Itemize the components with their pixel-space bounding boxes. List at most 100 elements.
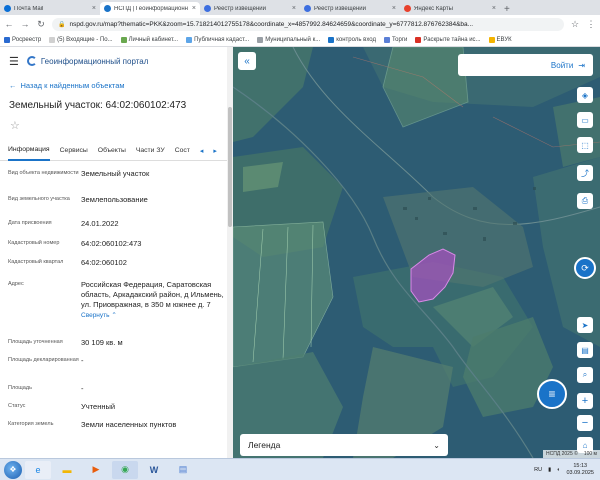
taskbar-media[interactable]: ▶ — [83, 461, 109, 479]
taskbar-other[interactable]: ▤ — [170, 461, 196, 479]
measure-button[interactable]: ▤ — [577, 342, 593, 358]
start-button[interactable]: ❖ — [4, 460, 22, 479]
collapse-link[interactable]: Свернуть ⌃ — [81, 312, 117, 319]
nspd-icon — [104, 5, 111, 12]
chevron-down-icon: ⌄ — [433, 440, 440, 450]
collapse-panel-button[interactable]: « — [238, 52, 256, 70]
select-tool-button[interactable]: ⬚ — [577, 137, 593, 153]
search-area-button[interactable]: ⌕ — [577, 367, 593, 383]
folder-icon: ▬ — [62, 464, 72, 475]
bookmarks-bar: Росреестр (5) Входящие - По... Личный ка… — [0, 33, 600, 47]
tabs-scroll-left-icon[interactable]: ◂ — [200, 147, 204, 155]
selection-icon: ⬚ — [581, 140, 589, 150]
property-list: Вид объекта недвижимости Земельный участо… — [0, 161, 233, 438]
ruler-icon: ▤ — [581, 345, 589, 355]
login-button[interactable]: Войти ⇥ — [458, 54, 593, 76]
bookmark[interactable]: Муниципальный к... — [257, 36, 320, 43]
close-icon[interactable]: × — [392, 5, 396, 12]
location-arrow-icon: ➤ — [581, 320, 589, 330]
taskbar-explorer[interactable]: ▬ — [54, 461, 80, 479]
page-title: Земельный участок: 64:02:060102:473 — [9, 100, 187, 111]
login-icon: ⇥ — [578, 60, 585, 70]
print-button[interactable]: ⎙ — [577, 193, 593, 209]
network-icon[interactable]: ▮ — [548, 467, 551, 473]
tab-info[interactable]: Информация — [8, 141, 50, 161]
star-icon[interactable]: ☆ — [570, 19, 580, 30]
bookmark[interactable]: (5) Входящие - По... — [49, 36, 113, 43]
new-tab-button[interactable]: + — [500, 4, 514, 15]
browser-tab[interactable]: Почта Mail × — [0, 2, 100, 15]
forward-arrow-icon[interactable]: → — [20, 19, 30, 29]
bookmark[interactable]: Публичная кадаст... — [186, 36, 249, 43]
browser-tab[interactable]: Яндекс Карты × — [400, 2, 500, 15]
tab-objects[interactable]: Объекты — [98, 141, 126, 161]
legend-dropdown[interactable]: Легенда ⌄ — [240, 434, 448, 456]
bookmark[interactable]: контроль вход — [328, 36, 376, 43]
close-icon[interactable]: × — [492, 5, 496, 12]
document-icon: ▤ — [178, 464, 188, 474]
taskbar-word[interactable]: W — [141, 461, 167, 479]
menu-icon[interactable]: ⋮ — [586, 19, 596, 30]
favorite-star-icon[interactable]: ☆ — [0, 119, 233, 137]
browser-toolbar: ← → ↻ 🔒 nspd.gov.ru/map?thematic=PKK&zoom… — [0, 15, 600, 33]
chrome-icon: ◉ — [121, 464, 129, 474]
browser-tab-active[interactable]: НСПД | Геоинформационн × — [100, 2, 200, 15]
share-button[interactable]: ⤴ — [577, 165, 593, 181]
back-to-results-link[interactable]: ← Назад к найденным объектам — [0, 75, 233, 96]
address-bar[interactable]: 🔒 nspd.gov.ru/map?thematic=PKK&zoom=15.71… — [52, 17, 564, 31]
bookmark-icon — [120, 36, 127, 43]
map-view[interactable]: « Войти ⇥ ◈ ▭ ⬚ ⤴ ⎙ ⟳ ➤ ▤ ⌕ ≡ + − ⌂ Леген… — [233, 47, 600, 458]
close-icon[interactable]: × — [192, 5, 196, 12]
tab-composition[interactable]: Сост — [175, 141, 190, 161]
bookmark-icon — [328, 36, 335, 43]
shield-icon — [204, 5, 211, 12]
hamburger-menu-icon[interactable]: ☰ — [9, 55, 19, 68]
taskbar-chrome[interactable]: ◉ — [112, 460, 138, 479]
tabs-scroll-right-icon[interactable]: ▸ — [213, 147, 217, 155]
info-tabs: Информация Сервисы Объекты Части ЗУ Сост… — [0, 141, 233, 161]
reload-icon[interactable]: ↻ — [36, 19, 46, 30]
browser-tab[interactable]: Реестр извещений × — [200, 2, 300, 15]
locate-button[interactable]: ➤ — [577, 317, 593, 333]
language-indicator[interactable]: RU — [534, 467, 542, 473]
zoom-in-button[interactable]: + — [577, 393, 593, 409]
property-row: Кадастровый номер 64:02:060102:473 — [8, 239, 142, 248]
scrollbar-thumb[interactable] — [228, 107, 232, 227]
property-row: Площадь - — [8, 384, 84, 393]
tab-services[interactable]: Сервисы — [60, 141, 88, 161]
shield-icon — [304, 5, 311, 12]
layers-button[interactable]: ◈ — [577, 87, 593, 103]
bookmark[interactable]: Личный кабинет... — [120, 36, 178, 43]
mail-icon — [4, 5, 11, 12]
logo-icon — [26, 56, 37, 66]
clock[interactable]: 15:13 03.09.2025 — [566, 463, 594, 476]
bookmark[interactable]: Торги — [383, 36, 407, 43]
bookmark-icon — [383, 36, 390, 43]
bookmark[interactable]: ЕВУК — [488, 36, 512, 43]
volume-icon[interactable]: ◐ — [557, 467, 560, 473]
taskbar-ie[interactable]: e — [25, 460, 51, 479]
bookmark[interactable]: Раскрыте тайна ис... — [415, 36, 481, 43]
bookmark-icon — [415, 36, 422, 43]
info-panel: ☰ Геоинформационный портал ← Назад к найд… — [0, 47, 233, 458]
property-row: Категория земель Земли населенных пунктов — [8, 420, 177, 429]
back-arrow-icon[interactable]: ← — [4, 19, 14, 29]
close-icon[interactable]: × — [292, 5, 296, 12]
address-value: Российская Федерация, Саратовская област… — [81, 280, 224, 310]
map-icon: ▭ — [581, 115, 589, 125]
portal-logo[interactable]: Геоинформационный портал — [26, 56, 148, 66]
tab-parts[interactable]: Части ЗУ — [136, 141, 165, 161]
bookmark[interactable]: Росреестр — [4, 36, 41, 43]
bookmark-icon — [49, 36, 56, 43]
basemap-button[interactable]: ▭ — [577, 112, 593, 128]
lock-icon: 🔒 — [58, 21, 66, 28]
bookmark-icon — [488, 36, 495, 43]
print-icon: ⎙ — [581, 196, 589, 205]
menu-fab-button[interactable]: ≡ — [537, 379, 567, 409]
property-row: Вид объекта недвижимости Земельный участо… — [8, 169, 150, 178]
close-icon[interactable]: × — [92, 5, 96, 12]
assistant-button[interactable]: ⟳ — [574, 257, 596, 279]
media-player-icon: ▶ — [92, 464, 100, 474]
zoom-out-button[interactable]: − — [577, 415, 593, 431]
browser-tab[interactable]: Реестр извещений × — [300, 2, 400, 15]
